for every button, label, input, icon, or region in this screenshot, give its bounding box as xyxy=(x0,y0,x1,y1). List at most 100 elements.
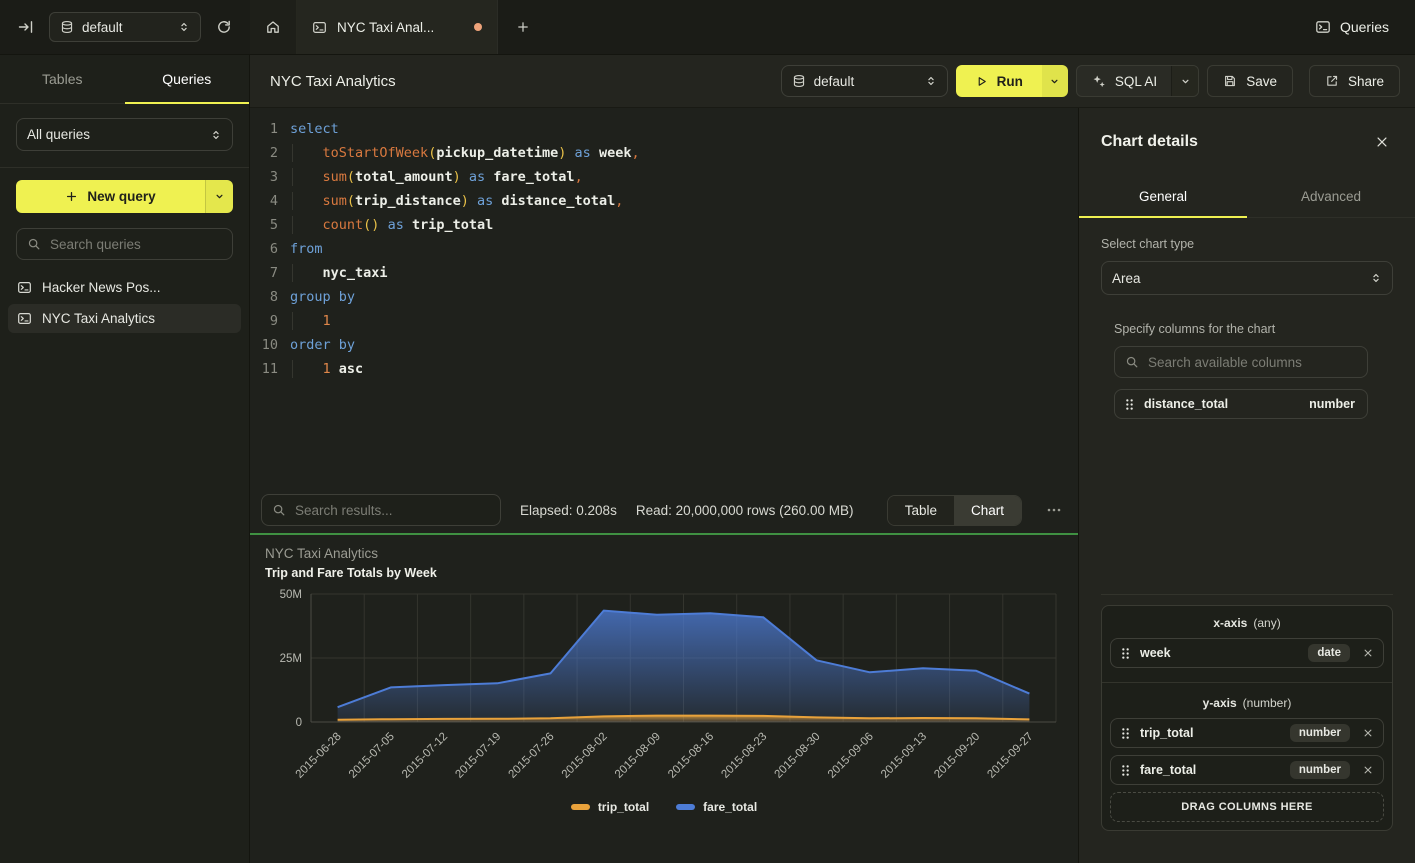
tab-queries[interactable]: Queries xyxy=(125,55,250,103)
code-line[interactable]: 1 xyxy=(278,309,331,333)
drag-handle-icon[interactable] xyxy=(1125,398,1134,411)
tab-general[interactable]: General xyxy=(1079,175,1247,217)
code-line[interactable]: select xyxy=(278,117,339,141)
code-line[interactable]: nyc_taxi xyxy=(278,261,388,285)
content-row: 1select2 toStartOfWeek(pickup_datetime) … xyxy=(250,108,1415,863)
drag-handle-icon[interactable] xyxy=(1121,647,1130,660)
code-line[interactable]: sum(total_amount) as fare_total, xyxy=(278,165,583,189)
save-button[interactable]: Save xyxy=(1207,65,1293,97)
line-number: 10 xyxy=(250,333,278,357)
editor-and-results: 1select2 toStartOfWeek(pickup_datetime) … xyxy=(250,108,1078,863)
sql-ai-dropdown-button[interactable] xyxy=(1171,66,1198,96)
code-line[interactable]: 1 asc xyxy=(278,357,363,381)
legend-item-trip_total[interactable]: trip_total xyxy=(571,800,649,814)
chart-details-panel: Chart details General Advanced Select ch… xyxy=(1078,108,1415,863)
view-toggle-chart[interactable]: Chart xyxy=(954,496,1021,525)
svg-text:2015-08-09: 2015-08-09 xyxy=(613,731,663,781)
legend-swatch xyxy=(571,804,590,810)
new-query-split-button: New query xyxy=(16,180,233,213)
sparkle-icon xyxy=(1091,74,1106,89)
svg-text:50M: 50M xyxy=(280,589,302,601)
sidebar-query-item[interactable]: NYC Taxi Analytics xyxy=(8,304,241,333)
ellipsis-icon[interactable] xyxy=(1041,502,1067,518)
sidebar-query-label: Hacker News Pos... xyxy=(42,280,161,295)
y-axis-header: y-axis(number) xyxy=(1110,696,1384,710)
search-icon xyxy=(27,237,41,251)
panel-header: Chart details xyxy=(1079,108,1415,175)
drag-handle-icon[interactable] xyxy=(1121,727,1130,740)
view-toggle-table[interactable]: Table xyxy=(888,496,954,525)
close-icon[interactable] xyxy=(1375,135,1389,149)
column-item-week[interactable]: weekdate xyxy=(1110,638,1384,668)
drop-zone[interactable]: DRAG COLUMNS HERE xyxy=(1110,792,1384,822)
chevron-down-icon xyxy=(214,191,225,202)
tab-advanced[interactable]: Advanced xyxy=(1247,175,1415,217)
editor-line: 6from xyxy=(250,237,1078,261)
plus-icon xyxy=(516,20,530,34)
chart-type-label: Select chart type xyxy=(1101,237,1393,251)
y-axis-hint: (number) xyxy=(1243,696,1292,710)
sql-ai-button[interactable]: SQL AI xyxy=(1077,66,1171,96)
code-line[interactable]: order by xyxy=(278,333,355,357)
code-line[interactable]: from xyxy=(278,237,323,261)
editor-line: 4 sum(trip_distance) as distance_total, xyxy=(250,189,1078,213)
svg-text:2015-09-27: 2015-09-27 xyxy=(985,731,1035,781)
query-search[interactable] xyxy=(16,228,233,260)
query-filter-select[interactable]: All queries xyxy=(16,118,233,151)
chart-type-select[interactable]: Area xyxy=(1101,261,1393,295)
svg-text:2015-09-20: 2015-09-20 xyxy=(932,731,982,781)
collapse-sidebar-icon[interactable] xyxy=(18,19,34,35)
chart-type-section: Select chart type Area xyxy=(1079,237,1415,295)
columns-label: Specify columns for the chart xyxy=(1114,322,1368,336)
new-tab-button[interactable] xyxy=(498,0,547,54)
column-name: trip_total xyxy=(1140,726,1280,740)
new-query-dropdown-button[interactable] xyxy=(205,180,233,213)
new-query-button[interactable]: New query xyxy=(16,180,205,213)
code-line[interactable]: count() as trip_total xyxy=(278,213,493,237)
run-button[interactable]: Run xyxy=(956,65,1042,97)
sql-editor[interactable]: 1select2 toStartOfWeek(pickup_datetime) … xyxy=(250,108,1078,487)
refresh-icon[interactable] xyxy=(216,19,232,35)
sidebar-query-item[interactable]: Hacker News Pos... xyxy=(8,273,241,302)
results-search[interactable] xyxy=(261,494,501,526)
column-item-trip_total[interactable]: trip_totalnumber xyxy=(1110,718,1384,748)
remove-icon[interactable] xyxy=(1363,728,1373,738)
query-header: NYC Taxi Analytics default Ru xyxy=(250,55,1415,108)
tab-nyc-taxi-analytics[interactable]: NYC Taxi Anal... xyxy=(297,0,498,54)
code-line[interactable]: toStartOfWeek(pickup_datetime) as week, xyxy=(278,141,640,165)
topbar-left: default xyxy=(0,0,250,54)
editor-line: 1select xyxy=(250,117,1078,141)
run-database-selector[interactable]: default xyxy=(781,65,948,97)
remove-icon[interactable] xyxy=(1363,765,1373,775)
sql-console-app: default NYC Taxi Anal... xyxy=(0,0,1415,863)
column-item-fare_total[interactable]: fare_totalnumber xyxy=(1110,755,1384,785)
code-line[interactable]: sum(trip_distance) as distance_total, xyxy=(278,189,623,213)
tab-strip: NYC Taxi Anal... xyxy=(250,0,547,54)
available-columns-list: distance_totalnumber xyxy=(1114,389,1368,419)
run-dropdown-button[interactable] xyxy=(1042,65,1068,97)
query-search-input[interactable] xyxy=(50,237,222,252)
y-axis-columns: trip_totalnumber fare_totalnumber xyxy=(1110,718,1384,785)
terminal-icon xyxy=(17,311,32,326)
svg-text:2015-06-28: 2015-06-28 xyxy=(294,731,344,781)
database-icon xyxy=(60,20,74,34)
queries-nav-button[interactable]: Queries xyxy=(1289,0,1415,54)
column-name: fare_total xyxy=(1140,763,1280,777)
legend-item-fare_total[interactable]: fare_total xyxy=(676,800,757,814)
results-search-input[interactable] xyxy=(295,503,490,518)
svg-text:2015-08-23: 2015-08-23 xyxy=(719,731,769,781)
share-button[interactable]: Share xyxy=(1309,65,1400,97)
column-item-distance_total[interactable]: distance_totalnumber xyxy=(1114,389,1368,419)
line-number: 8 xyxy=(250,285,278,309)
drag-handle-icon[interactable] xyxy=(1121,764,1130,777)
tab-tables[interactable]: Tables xyxy=(0,55,125,103)
remove-icon[interactable] xyxy=(1363,648,1373,658)
area-chart[interactable]: 025M50M2015-06-282015-07-052015-07-12201… xyxy=(250,585,1078,797)
svg-text:2015-07-19: 2015-07-19 xyxy=(453,731,503,781)
database-selector[interactable]: default xyxy=(49,12,201,42)
sidebar-tabs: Tables Queries xyxy=(0,55,249,104)
column-search[interactable] xyxy=(1114,346,1368,378)
code-line[interactable]: group by xyxy=(278,285,355,309)
home-tab-button[interactable] xyxy=(250,0,297,54)
column-search-input[interactable] xyxy=(1148,355,1357,370)
